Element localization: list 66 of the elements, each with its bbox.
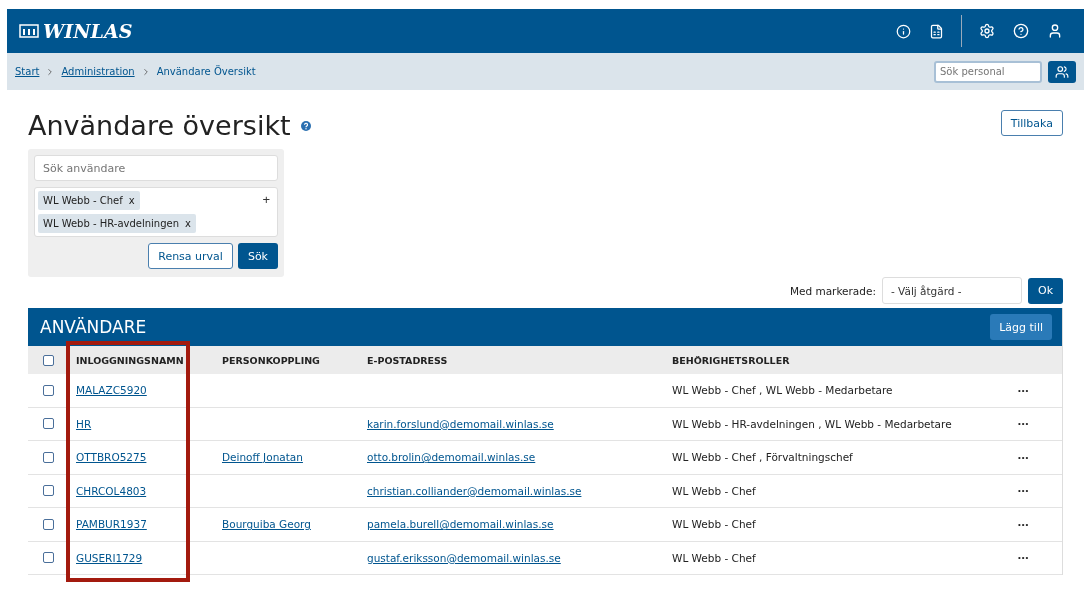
info-icon[interactable] bbox=[896, 23, 911, 39]
logo: WINLAS bbox=[19, 20, 133, 42]
login-link[interactable]: OTTBRO5275 bbox=[76, 451, 147, 464]
row-menu-button[interactable]: ••• bbox=[1018, 452, 1030, 462]
people-icon bbox=[1055, 64, 1069, 79]
breadcrumb-link[interactable]: Start bbox=[15, 66, 40, 77]
tag-label: WL Webb - Chef bbox=[43, 195, 123, 206]
login-link[interactable]: CHRCOL4803 bbox=[76, 484, 147, 497]
page-title: Användare översikt bbox=[28, 110, 291, 141]
breadcrumb-current: Användare Översikt bbox=[156, 66, 256, 77]
row-menu-button[interactable]: ••• bbox=[1018, 519, 1030, 529]
table-title: ANVÄNDARE bbox=[40, 317, 147, 337]
clear-button[interactable]: Rensa urval bbox=[148, 243, 233, 269]
login-link[interactable]: PAMBUR1937 bbox=[76, 518, 147, 531]
user-icon[interactable] bbox=[1047, 23, 1063, 39]
roles-text: WL Webb - Chef bbox=[672, 518, 756, 531]
person-link[interactable]: Bourguiba Georg bbox=[222, 518, 311, 531]
breadcrumb-link[interactable]: Administration bbox=[61, 66, 135, 77]
remove-tag-button[interactable]: x bbox=[128, 195, 135, 206]
email-link[interactable]: christian.colliander@demomail.winlas.se bbox=[367, 484, 582, 497]
roles-text: WL Webb - Chef bbox=[672, 484, 756, 497]
checkbox[interactable] bbox=[42, 354, 54, 366]
roles-text: WL Webb - HR-avdelningen , WL Webb - Medarbetare bbox=[672, 417, 952, 430]
login-link[interactable]: GUSERI1729 bbox=[76, 551, 143, 564]
role-tag-field[interactable]: WL Webb - Chef x WL Webb - HR-avdelningen x + bbox=[34, 187, 278, 237]
email-link[interactable]: gustaf.eriksson@demomail.winlas.se bbox=[367, 551, 561, 564]
checkbox[interactable] bbox=[42, 552, 54, 564]
column-header[interactable]: E-POSTADRESS bbox=[367, 354, 448, 366]
column-header[interactable]: PERSONKOPPLING bbox=[222, 354, 320, 366]
action-select[interactable]: - Välj åtgärd - bbox=[881, 277, 1022, 304]
user-search-field[interactable]: Sök användare bbox=[34, 155, 278, 181]
bulk-action-label: Med markerade: bbox=[789, 284, 876, 297]
roles-text: WL Webb - Chef , Förvaltningschef bbox=[672, 451, 853, 464]
remove-tag-button[interactable]: x bbox=[185, 218, 191, 229]
checkbox[interactable] bbox=[42, 384, 54, 396]
search-button[interactable]: Sök bbox=[237, 243, 278, 269]
checkbox[interactable] bbox=[42, 451, 54, 463]
column-header[interactable]: BEHÖRIGHETSROLLER bbox=[672, 354, 790, 366]
roles-text: WL Webb - Chef , WL Webb - Medarbetare bbox=[672, 384, 893, 397]
email-link[interactable]: otto.brolin@demomail.winlas.se bbox=[367, 451, 536, 464]
checkbox[interactable] bbox=[42, 418, 54, 430]
login-link[interactable]: HR bbox=[76, 417, 92, 430]
back-button[interactable]: Tillbaka bbox=[1000, 110, 1063, 136]
row-menu-button[interactable]: ••• bbox=[1018, 419, 1030, 429]
help-icon[interactable] bbox=[300, 120, 311, 131]
building-icon bbox=[19, 23, 39, 39]
row-menu-button[interactable]: ••• bbox=[1018, 486, 1030, 496]
email-link[interactable]: karin.forslund@demomail.winlas.se bbox=[367, 417, 554, 430]
email-link[interactable]: pamela.burell@demomail.winlas.se bbox=[367, 518, 554, 531]
help-icon[interactable] bbox=[1013, 23, 1029, 39]
person-link[interactable]: Deinoff Jonatan bbox=[222, 451, 303, 464]
add-button[interactable]: Lägg till bbox=[990, 314, 1052, 340]
roles-text: WL Webb - Chef bbox=[672, 551, 756, 564]
spreadsheet-icon[interactable] bbox=[929, 23, 944, 39]
row-menu-button[interactable]: ••• bbox=[1018, 385, 1030, 395]
ok-button[interactable]: Ok bbox=[1027, 277, 1063, 304]
settings-icon[interactable] bbox=[979, 23, 995, 39]
row-menu-button[interactable]: ••• bbox=[1018, 553, 1030, 563]
checkbox[interactable] bbox=[42, 518, 54, 530]
staff-group-button[interactable] bbox=[1048, 60, 1076, 83]
staff-search-field[interactable]: Sök personal bbox=[934, 60, 1042, 83]
column-header[interactable]: INLOGGNINGSNAMN bbox=[76, 354, 184, 366]
login-link[interactable]: MALAZC5920 bbox=[76, 384, 147, 397]
tag-label: WL Webb - HR-avdelningen bbox=[43, 218, 180, 229]
checkbox[interactable] bbox=[42, 485, 54, 497]
add-tag-button[interactable]: + bbox=[258, 191, 274, 207]
